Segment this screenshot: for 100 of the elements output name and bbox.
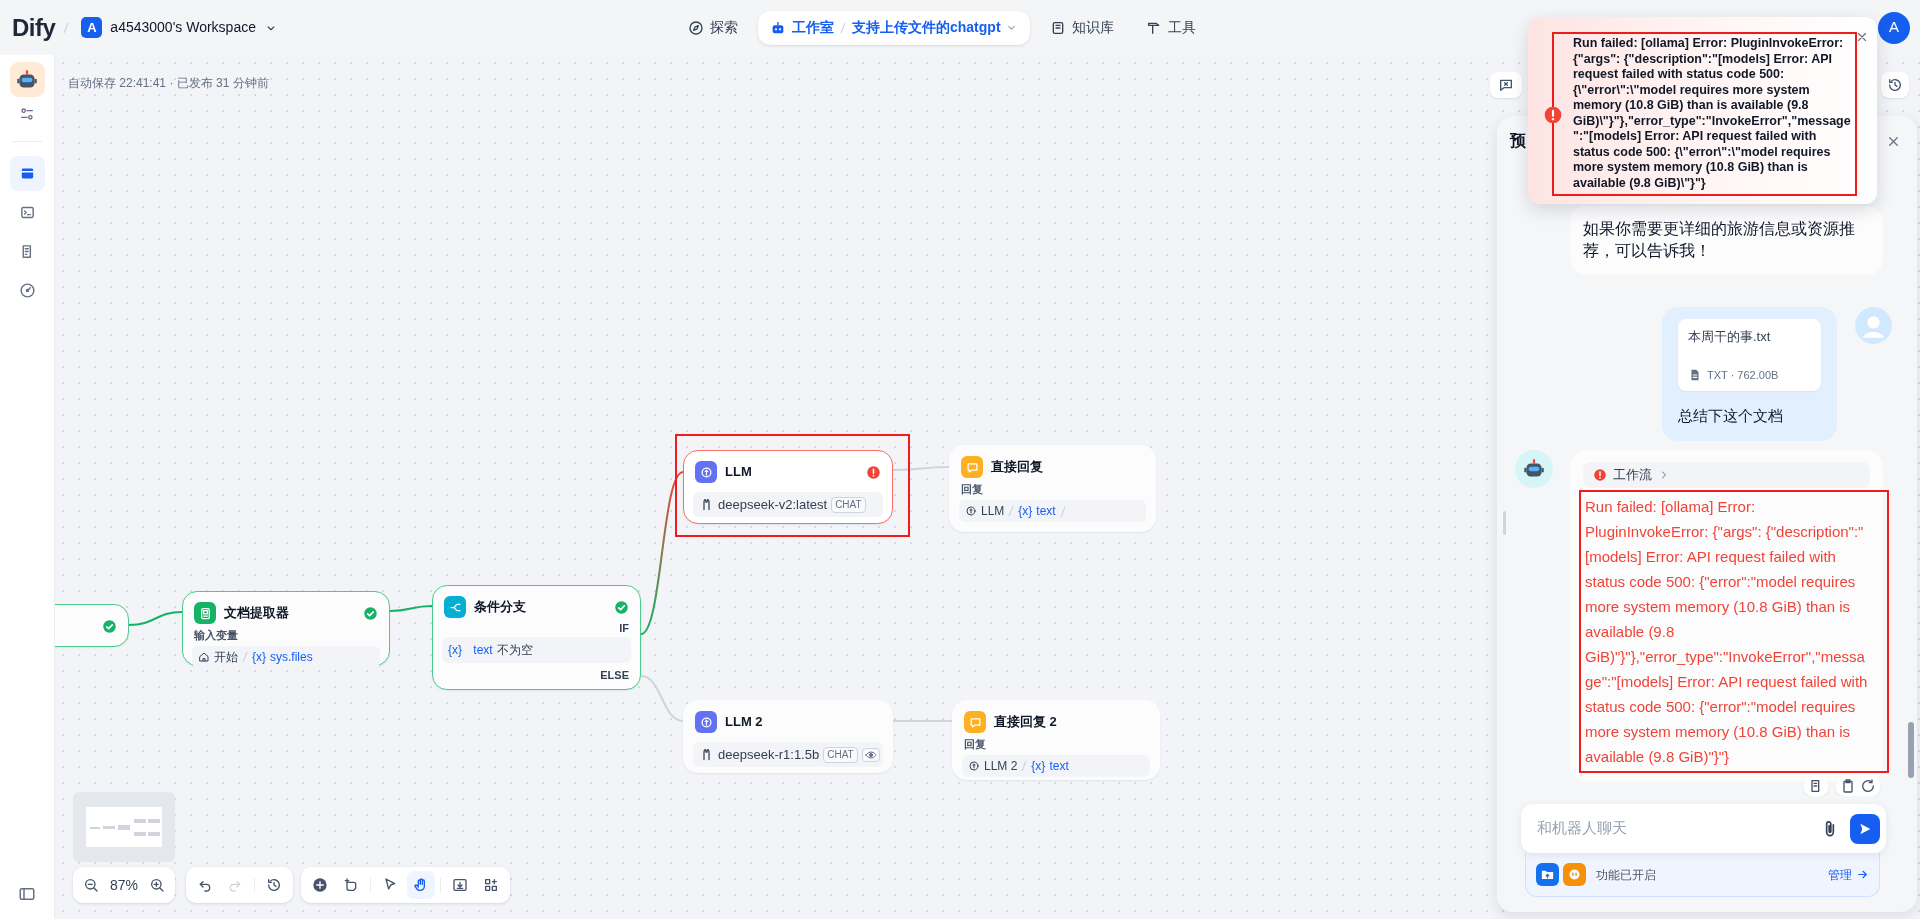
llm-icon: [695, 711, 717, 733]
workflow-node[interactable]: LLM 2 deepseek-r1:1.5b CHAT: [683, 700, 893, 773]
resize-handle[interactable]: [1503, 511, 1506, 535]
node-title: LLM: [725, 463, 752, 482]
file-attachment[interactable]: 本周干的事.txt TXT · 762.00B: [1678, 319, 1821, 391]
manage-link[interactable]: 管理: [1828, 865, 1869, 884]
send-button[interactable]: [1850, 813, 1880, 844]
field-label: 回复: [963, 737, 987, 752]
copy-button[interactable]: [1840, 778, 1856, 794]
node-title: 条件分支: [474, 598, 526, 617]
workspace-switcher[interactable]: A a4543000's Workspace: [77, 13, 282, 42]
close-button[interactable]: [1855, 30, 1869, 44]
variable-name: sys.files: [270, 648, 313, 666]
export-icon: [452, 877, 469, 893]
branch-icon: [444, 596, 466, 618]
node-title: LLM 2: [725, 713, 763, 732]
sidebar-item[interactable]: [9, 156, 45, 191]
panel-title: 预: [1510, 131, 1526, 151]
chat-input[interactable]: 和机器人聊天: [1529, 813, 1820, 844]
condition-operator: 不为空: [496, 642, 533, 659]
model-name: deepseek-v2:latest: [718, 495, 828, 514]
arrow-icon: [1856, 868, 1869, 881]
file-meta: TXT · 762.00B: [1707, 367, 1779, 383]
workflow-node[interactable]: 直接回复 2 回复 LLM 2 {x} text: [952, 700, 1160, 780]
message-icon: [1498, 77, 1514, 93]
variable-name: text: [1049, 757, 1069, 775]
zoom-level[interactable]: 87%: [106, 874, 142, 896]
gauge-icon: [18, 282, 36, 299]
home-icon: [198, 650, 210, 663]
mode-tag: CHAT: [831, 496, 866, 513]
nav-tab[interactable]: 工具: [1133, 10, 1208, 45]
zoom-in-icon: [149, 877, 165, 893]
message-text: 如果你需要更详细的旅游信息或资源推荐，可以告诉我！: [1583, 219, 1856, 261]
history-button[interactable]: [1881, 72, 1909, 98]
checklist-button[interactable]: [1490, 72, 1522, 98]
variable-name: text: [473, 642, 493, 659]
app-switcher[interactable]: 支持上传文件的chatgpt: [852, 17, 1018, 38]
close-icon: [1855, 30, 1869, 44]
regenerate-button[interactable]: [1860, 778, 1876, 794]
clock-icon: [265, 877, 282, 893]
llm-icon: [965, 504, 977, 517]
node-title: 直接回复 2: [994, 713, 1057, 732]
scrollbar[interactable]: [1908, 722, 1914, 778]
document-icon: [194, 602, 216, 624]
compass-icon: [688, 19, 704, 36]
grid-icon: [482, 877, 499, 893]
logo[interactable]: Dify: [12, 15, 56, 40]
message-text: Run failed: [ollama] Error: PluginInvokeError: {"args": {"description":"[models] Error: API request failed with status code 500: {"error":"model requires more system memory (10.8 GiB) than is available (9.8 GiB)"}"},"error_type":"InvokeError","message":"[models] Error: API request failed with status code 500: {"error":"model requires more system memory (10.8 GiB) than is available (9.8 GiB)"}"}: [1584, 497, 1869, 767]
user-avatar: [1855, 307, 1892, 344]
clock-icon: [1887, 77, 1903, 93]
robot-icon: [770, 19, 786, 36]
message-text: 总结下这个文档: [1678, 406, 1784, 426]
variable-mark: {x}: [448, 642, 462, 659]
user-avatar[interactable]: A: [1878, 11, 1910, 44]
chat-icon: [961, 456, 983, 478]
node-title: 直接回复: [991, 458, 1043, 477]
workspace-name: a4543000's Workspace: [110, 18, 256, 37]
app-icon[interactable]: [9, 62, 45, 97]
autosave-status: 自动保存 22:41:41 · 已发布 31 分钟前: [68, 75, 269, 92]
workflow-node[interactable]: 条件分支 IF {x} text 不为空 ELSE: [432, 585, 641, 690]
slash-icon: [63, 21, 70, 34]
node-reference: 开始: [214, 648, 238, 666]
field-label: 回复: [960, 482, 984, 497]
add-icon: [312, 877, 329, 893]
slash-icon: [242, 650, 248, 663]
nav-tab[interactable]: 探索: [676, 10, 750, 45]
field-label: 输入变量: [193, 628, 239, 643]
nav-tab[interactable]: 知识库: [1037, 10, 1126, 45]
clipboard-icon: [1840, 778, 1856, 794]
slash-icon: [1059, 505, 1066, 518]
variable-mark: {x}: [1031, 757, 1046, 775]
branch-label: ELSE: [599, 668, 630, 683]
error-icon: [1543, 104, 1563, 125]
workflow-node[interactable]: 文档提取器 输入变量 开始 {x} sys.files: [182, 591, 390, 666]
chat-field[interactable]: 和机器人聊天: [1521, 804, 1886, 853]
refresh-icon: [1860, 778, 1876, 794]
workspace-avatar: A: [81, 17, 103, 38]
workflow-toggle[interactable]: 工作流: [1583, 462, 1870, 488]
sliders-icon: [19, 106, 35, 122]
toast-message: Run failed: [ollama] Error: PluginInvokeError: {"args": {"description":"[models] Error: API request failed with status code 500: {\"error\":\"model requires more system memory (10.8 GiB) than is available (9.8 GiB)\"}"},"error_type":"InvokeError","message":"[models] Error: API request failed with status code 500: {\"error\":\"model requires more system memory (10.8 GiB) than is available (9.8 GiB)\"}"}: [1573, 36, 1851, 191]
model-name: deepseek-r1:1.5b: [718, 745, 820, 764]
variable-name: text: [1036, 502, 1056, 520]
variable-mark: {x}: [252, 648, 266, 666]
node-reference: LLM 2: [984, 757, 1018, 775]
bot-avatar: [1515, 450, 1553, 488]
node-title: 文档提取器: [224, 604, 289, 623]
terminal-icon: [18, 204, 36, 221]
slash-icon: [840, 21, 846, 34]
llm-icon: [695, 461, 717, 483]
llm-icon: [968, 759, 980, 772]
variable-mark: {x}: [1018, 502, 1033, 520]
workflow-node[interactable]: 直接回复 回复 LLM {x} text: [949, 445, 1156, 532]
note-icon: [342, 877, 359, 893]
nav-tab[interactable]: 工作室 支持上传文件的chatgpt: [758, 10, 1030, 45]
workflow-node[interactable]: LLM deepseek-v2:latest CHAT: [683, 450, 893, 524]
hand-button[interactable]: [406, 871, 435, 899]
slash-icon: [1021, 759, 1028, 772]
features-label: 功能已开启: [1596, 866, 1656, 884]
zoom-out-icon: [83, 877, 99, 893]
branch-label: IF: [618, 621, 630, 636]
